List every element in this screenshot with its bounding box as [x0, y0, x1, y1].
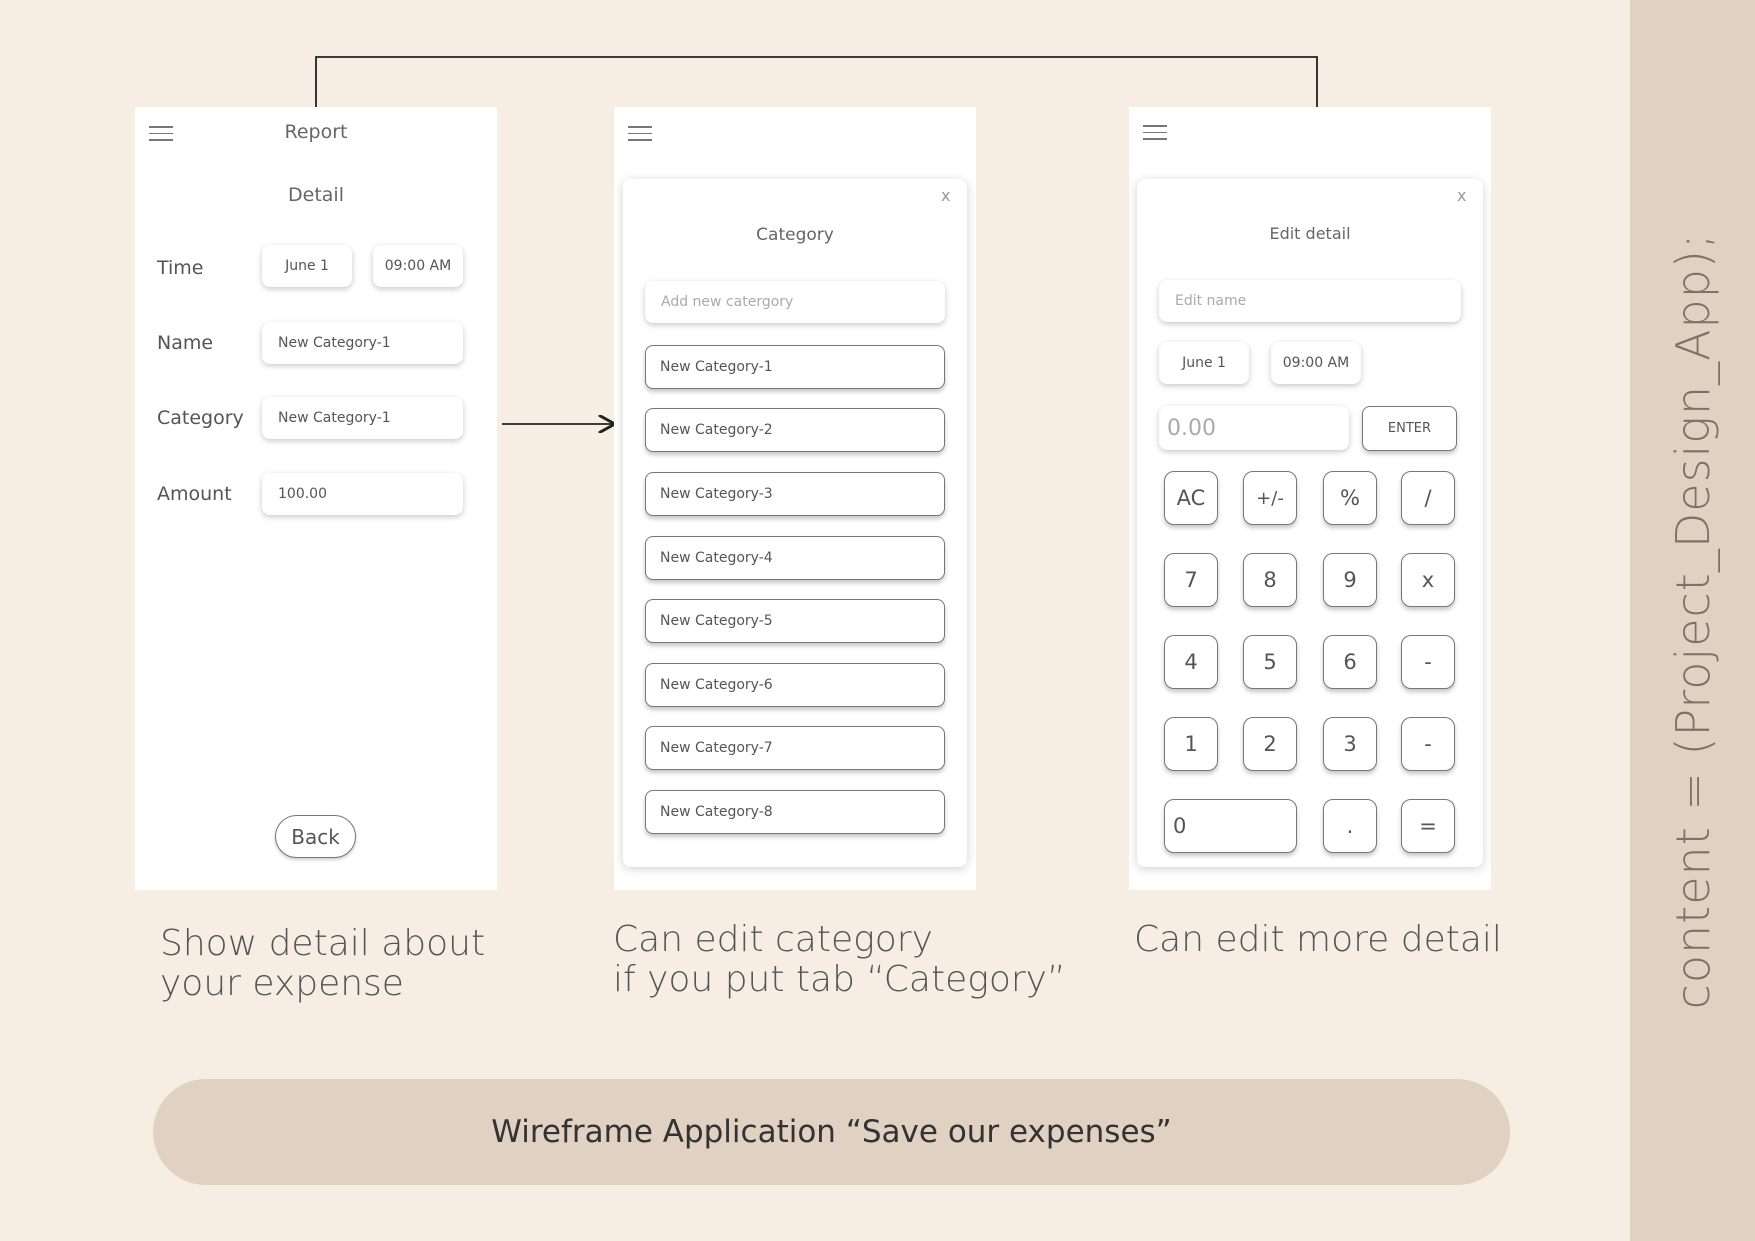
key-5[interactable]: 5 — [1243, 635, 1297, 689]
dialog-title: Edit detail — [1269, 224, 1351, 243]
menu-icon[interactable] — [1143, 125, 1167, 141]
time-label: Time — [157, 257, 204, 279]
back-button[interactable]: Back — [275, 815, 356, 858]
ac-key[interactable]: AC — [1164, 471, 1218, 525]
add-category-input[interactable]: Add new catergory — [645, 281, 945, 323]
category-label: Category — [157, 407, 244, 429]
category-item[interactable]: New Category-2 — [645, 408, 945, 452]
date-field[interactable]: June 1 — [262, 245, 352, 287]
name-label: Name — [157, 332, 214, 354]
category-item[interactable]: New Category-3 — [645, 472, 945, 516]
category-caption-line1: Can edit category — [613, 919, 933, 960]
edit-screen: x Edit detail Edit name June 1 09:00 AM … — [1129, 107, 1491, 890]
detail-caption-line1: Show detail about — [160, 923, 486, 964]
equals-key[interactable]: = — [1401, 799, 1455, 853]
key-8[interactable]: 8 — [1243, 553, 1297, 607]
header-title[interactable]: Report — [135, 121, 497, 143]
key-2[interactable]: 2 — [1243, 717, 1297, 771]
dialog-title: Category — [756, 225, 834, 245]
close-icon[interactable]: x — [1457, 186, 1466, 205]
category-screen: x Category Add new catergory New Categor… — [614, 107, 976, 890]
detail-caption: Show detail about your expense — [160, 924, 485, 1004]
category-item[interactable]: New Category-7 — [645, 726, 945, 770]
amount-input[interactable]: 0.00 — [1159, 406, 1349, 450]
key-1[interactable]: 1 — [1164, 717, 1218, 771]
amount-field[interactable]: 100.00 — [262, 473, 463, 515]
close-icon[interactable]: x — [941, 186, 950, 205]
key-3[interactable]: 3 — [1323, 717, 1377, 771]
page-title: Detail — [288, 184, 344, 206]
time-field[interactable]: 09:00 AM — [373, 245, 463, 287]
divide-key[interactable]: / — [1401, 471, 1455, 525]
category-item[interactable]: New Category-6 — [645, 663, 945, 707]
plus-key[interactable]: - — [1401, 717, 1455, 771]
category-dialog: x Category Add new catergory New Categor… — [623, 179, 967, 867]
plus-minus-key[interactable]: +/- — [1243, 471, 1297, 525]
category-item[interactable]: New Category-1 — [645, 345, 945, 389]
detail-caption-line2: your expense — [160, 963, 404, 1004]
category-field[interactable]: New Category-1 — [262, 397, 463, 439]
edit-caption-line1: Can edit more detail — [1134, 919, 1502, 960]
category-item[interactable]: New Category-8 — [645, 790, 945, 834]
edit-name-input[interactable]: Edit name — [1159, 280, 1461, 322]
key-0[interactable]: 0 — [1164, 799, 1297, 853]
menu-icon[interactable] — [628, 126, 652, 142]
category-caption-line2: if you put tab “Category” — [613, 959, 1066, 1000]
date-field[interactable]: June 1 — [1159, 342, 1249, 384]
key-9[interactable]: 9 — [1323, 553, 1377, 607]
enter-button[interactable]: ENTER — [1362, 406, 1457, 451]
edit-dialog: x Edit detail Edit name June 1 09:00 AM … — [1137, 179, 1483, 867]
category-caption: Can edit category if you put tab “Catego… — [613, 920, 1066, 1000]
amount-label: Amount — [157, 483, 232, 505]
category-item[interactable]: New Category-4 — [645, 536, 945, 580]
dot-key[interactable]: . — [1323, 799, 1377, 853]
key-7[interactable]: 7 — [1164, 553, 1218, 607]
sidebar: content = (Project_Design_App); — [1630, 0, 1755, 1241]
key-6[interactable]: 6 — [1323, 635, 1377, 689]
minus-key[interactable]: - — [1401, 635, 1455, 689]
sidebar-title: content = (Project_Design_App); — [1665, 232, 1720, 1009]
time-field[interactable]: 09:00 AM — [1271, 342, 1361, 384]
percent-key[interactable]: % — [1323, 471, 1377, 525]
key-4[interactable]: 4 — [1164, 635, 1218, 689]
detail-screen: Report Detail Time June 1 09:00 AM Name … — [135, 107, 497, 890]
name-field[interactable]: New Category-1 — [262, 322, 463, 364]
title-banner: Wireframe Application “Save our expenses… — [153, 1079, 1510, 1185]
edit-caption: Can edit more detail — [1134, 920, 1502, 960]
category-item[interactable]: New Category-5 — [645, 599, 945, 643]
multiply-key[interactable]: x — [1401, 553, 1455, 607]
